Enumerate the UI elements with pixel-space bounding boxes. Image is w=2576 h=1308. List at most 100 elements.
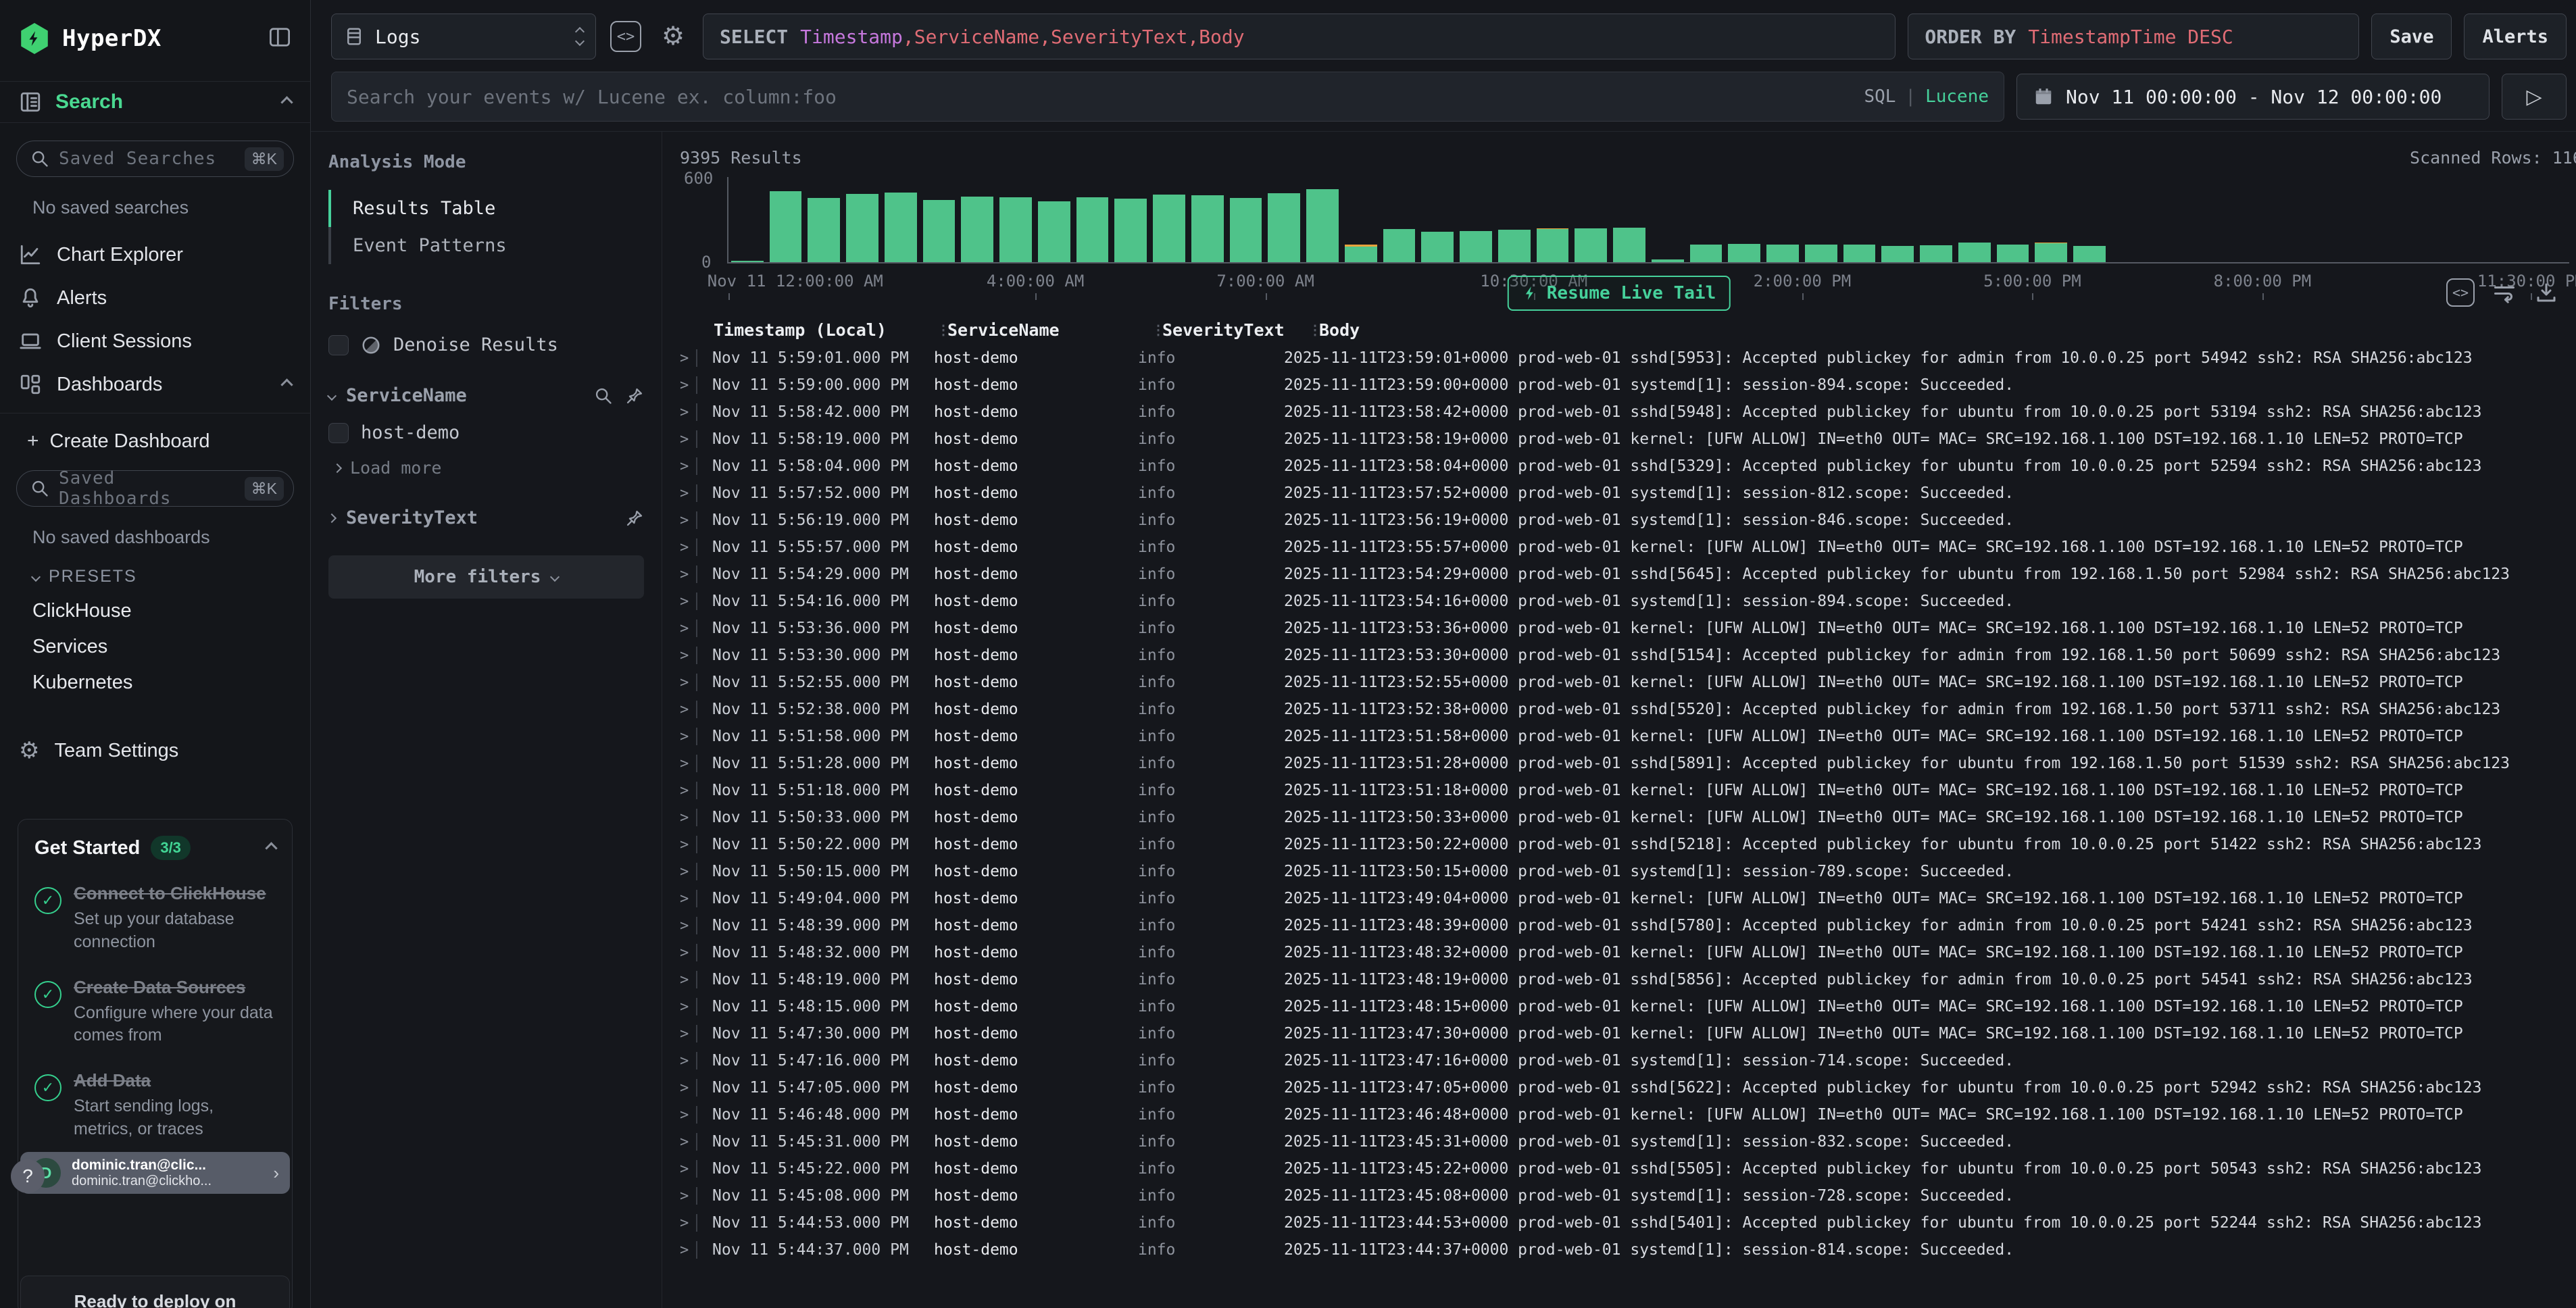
filter-group-servicename[interactable]: ServiceName bbox=[328, 385, 644, 406]
task-create-data-sources[interactable]: ✓ Create Data Sources Configure where yo… bbox=[34, 977, 276, 1048]
lucene-search-input[interactable]: Search your events w/ Lucene ex. column:… bbox=[331, 72, 2004, 122]
sql-toggle[interactable]: SQL bbox=[1864, 86, 1896, 107]
table-row[interactable]: >Nov 11 5:46:48.000 PMhost-demoinfo2025-… bbox=[662, 1101, 2576, 1128]
chart-bar[interactable] bbox=[1881, 177, 1914, 262]
chart-bar[interactable] bbox=[1575, 177, 1607, 262]
table-row[interactable]: >Nov 11 5:47:05.000 PMhost-demoinfo2025-… bbox=[662, 1074, 2576, 1101]
row-expander-icon[interactable]: > bbox=[680, 972, 696, 988]
table-row[interactable]: >Nov 11 5:49:04.000 PMhost-demoinfo2025-… bbox=[662, 885, 2576, 912]
column-resize-handle[interactable]: ⋮⋮ bbox=[1308, 322, 1319, 338]
chart-bar[interactable] bbox=[1306, 177, 1339, 262]
row-expander-icon[interactable]: > bbox=[680, 674, 696, 691]
chart-bar[interactable] bbox=[1038, 177, 1070, 262]
create-dashboard-button[interactable]: + Create Dashboard bbox=[0, 413, 310, 453]
row-expander-icon[interactable]: > bbox=[680, 620, 696, 637]
row-expander-icon[interactable]: > bbox=[680, 485, 696, 502]
chart-bar[interactable] bbox=[1498, 177, 1531, 262]
table-row[interactable]: >Nov 11 5:47:30.000 PMhost-demoinfo2025-… bbox=[662, 1020, 2576, 1047]
chart-bar[interactable] bbox=[961, 177, 993, 262]
row-expander-icon[interactable]: > bbox=[680, 458, 696, 475]
download-icon[interactable] bbox=[2534, 280, 2558, 305]
row-expander-icon[interactable]: > bbox=[680, 945, 696, 961]
chart-bar[interactable] bbox=[1997, 177, 2029, 262]
chart-bar[interactable] bbox=[1613, 177, 1645, 262]
table-row[interactable]: >Nov 11 5:51:18.000 PMhost-demoinfo2025-… bbox=[662, 777, 2576, 804]
row-expander-icon[interactable]: > bbox=[680, 917, 696, 934]
row-expander-icon[interactable]: > bbox=[680, 647, 696, 664]
chart-bar[interactable] bbox=[999, 177, 1032, 262]
chevron-up-icon[interactable] bbox=[280, 378, 293, 391]
chart-bar[interactable] bbox=[923, 177, 956, 262]
row-expander-icon[interactable]: > bbox=[680, 999, 696, 1015]
row-expander-icon[interactable]: > bbox=[680, 836, 696, 853]
table-row[interactable]: >Nov 11 5:50:22.000 PMhost-demoinfo2025-… bbox=[662, 831, 2576, 858]
column-severitytext[interactable]: SeverityText bbox=[1162, 320, 1308, 340]
chart-bar[interactable] bbox=[1230, 177, 1262, 262]
chart-bar[interactable] bbox=[1076, 177, 1109, 262]
chart-bar[interactable] bbox=[1805, 177, 1837, 262]
table-row[interactable]: >Nov 11 5:45:08.000 PMhost-demoinfo2025-… bbox=[662, 1182, 2576, 1209]
row-expander-icon[interactable]: > bbox=[680, 566, 696, 583]
chevron-up-icon[interactable] bbox=[265, 842, 277, 854]
chart-bar[interactable] bbox=[1114, 177, 1147, 262]
row-expander-icon[interactable]: > bbox=[680, 809, 696, 826]
column-resize-handle[interactable]: ⋮⋮ bbox=[1151, 322, 1162, 338]
chart-bar[interactable] bbox=[1728, 177, 1760, 262]
order-by-input[interactable]: ORDER BYTimestampTime DESC bbox=[1908, 14, 2359, 59]
table-row[interactable]: >Nov 11 5:48:19.000 PMhost-demoinfo2025-… bbox=[662, 966, 2576, 993]
row-expander-icon[interactable]: > bbox=[680, 431, 696, 448]
chart-bar[interactable] bbox=[1766, 177, 1799, 262]
saved-dashboards-input[interactable]: Saved Dashboards ⌘K bbox=[16, 470, 294, 507]
table-row[interactable]: >Nov 11 5:50:15.000 PMhost-demoinfo2025-… bbox=[662, 858, 2576, 885]
chart-bar[interactable] bbox=[1191, 177, 1224, 262]
saved-searches-input[interactable]: Saved Searches ⌘K bbox=[16, 141, 294, 177]
checkbox[interactable] bbox=[328, 423, 349, 443]
sidebar-item-dashboards[interactable]: Dashboards bbox=[0, 363, 310, 406]
table-row[interactable]: >Nov 11 5:53:30.000 PMhost-demoinfo2025-… bbox=[662, 642, 2576, 669]
row-expander-icon[interactable]: > bbox=[680, 1134, 696, 1151]
chart-bar[interactable] bbox=[1460, 177, 1492, 262]
table-row[interactable]: >Nov 11 5:54:16.000 PMhost-demoinfo2025-… bbox=[662, 588, 2576, 615]
task-connect-clickhouse[interactable]: ✓ Connect to ClickHouse Set up your data… bbox=[34, 883, 276, 954]
chart-bar[interactable] bbox=[770, 177, 802, 262]
chart-bar[interactable] bbox=[1652, 177, 1684, 262]
table-row[interactable]: >Nov 11 5:59:00.000 PMhost-demoinfo2025-… bbox=[662, 372, 2576, 399]
table-row[interactable]: >Nov 11 5:44:37.000 PMhost-demoinfo2025-… bbox=[662, 1236, 2576, 1263]
table-row[interactable]: >Nov 11 5:47:16.000 PMhost-demoinfo2025-… bbox=[662, 1047, 2576, 1074]
table-row[interactable]: >Nov 11 5:50:33.000 PMhost-demoinfo2025-… bbox=[662, 804, 2576, 831]
source-select[interactable]: Logs bbox=[331, 14, 596, 59]
table-row[interactable]: >Nov 11 5:51:58.000 PMhost-demoinfo2025-… bbox=[662, 723, 2576, 750]
date-range-picker[interactable]: Nov 11 00:00:00 - Nov 12 00:00:00 bbox=[2016, 74, 2490, 120]
load-more-button[interactable]: Load more bbox=[334, 458, 644, 478]
chart-bar[interactable] bbox=[731, 177, 764, 262]
pin-icon[interactable] bbox=[625, 509, 644, 528]
column-servicename[interactable]: ServiceName bbox=[947, 320, 1151, 340]
wrap-text-icon[interactable] bbox=[2492, 280, 2517, 305]
row-expander-icon[interactable]: > bbox=[680, 1107, 696, 1124]
row-expander-icon[interactable]: > bbox=[680, 377, 696, 394]
presets-toggle[interactable]: PRESETS bbox=[0, 548, 310, 586]
chart-bar[interactable] bbox=[846, 177, 878, 262]
row-expander-icon[interactable]: > bbox=[680, 728, 696, 745]
table-row[interactable]: >Nov 11 5:48:32.000 PMhost-demoinfo2025-… bbox=[662, 939, 2576, 966]
table-row[interactable]: >Nov 11 5:52:38.000 PMhost-demoinfo2025-… bbox=[662, 696, 2576, 723]
row-expander-icon[interactable]: > bbox=[680, 1242, 696, 1259]
table-row[interactable]: >Nov 11 5:59:01.000 PMhost-demoinfo2025-… bbox=[662, 345, 2576, 372]
collapse-sidebar-icon[interactable] bbox=[268, 27, 291, 51]
chevron-up-icon[interactable] bbox=[280, 96, 293, 108]
lucene-toggle[interactable]: Lucene bbox=[1925, 86, 1989, 107]
table-row[interactable]: >Nov 11 5:48:39.000 PMhost-demoinfo2025-… bbox=[662, 912, 2576, 939]
preset-kubernetes[interactable]: Kubernetes bbox=[0, 658, 310, 694]
table-row[interactable]: >Nov 11 5:52:55.000 PMhost-demoinfo2025-… bbox=[662, 669, 2576, 696]
chart-bar[interactable] bbox=[1537, 177, 1569, 262]
row-side-panel-icon[interactable]: <> bbox=[2446, 278, 2475, 307]
help-button[interactable]: ? bbox=[11, 1159, 45, 1193]
table-row[interactable]: >Nov 11 5:57:52.000 PMhost-demoinfo2025-… bbox=[662, 480, 2576, 507]
chart-bar[interactable] bbox=[2073, 177, 2106, 262]
column-body[interactable]: Body bbox=[1319, 320, 2576, 340]
chart-bar[interactable] bbox=[1153, 177, 1185, 262]
mode-event-patterns[interactable]: Event Patterns bbox=[328, 227, 644, 264]
search-icon[interactable] bbox=[594, 386, 613, 405]
filter-group-severitytext[interactable]: SeverityText bbox=[328, 507, 644, 528]
row-expander-icon[interactable]: > bbox=[680, 404, 696, 421]
